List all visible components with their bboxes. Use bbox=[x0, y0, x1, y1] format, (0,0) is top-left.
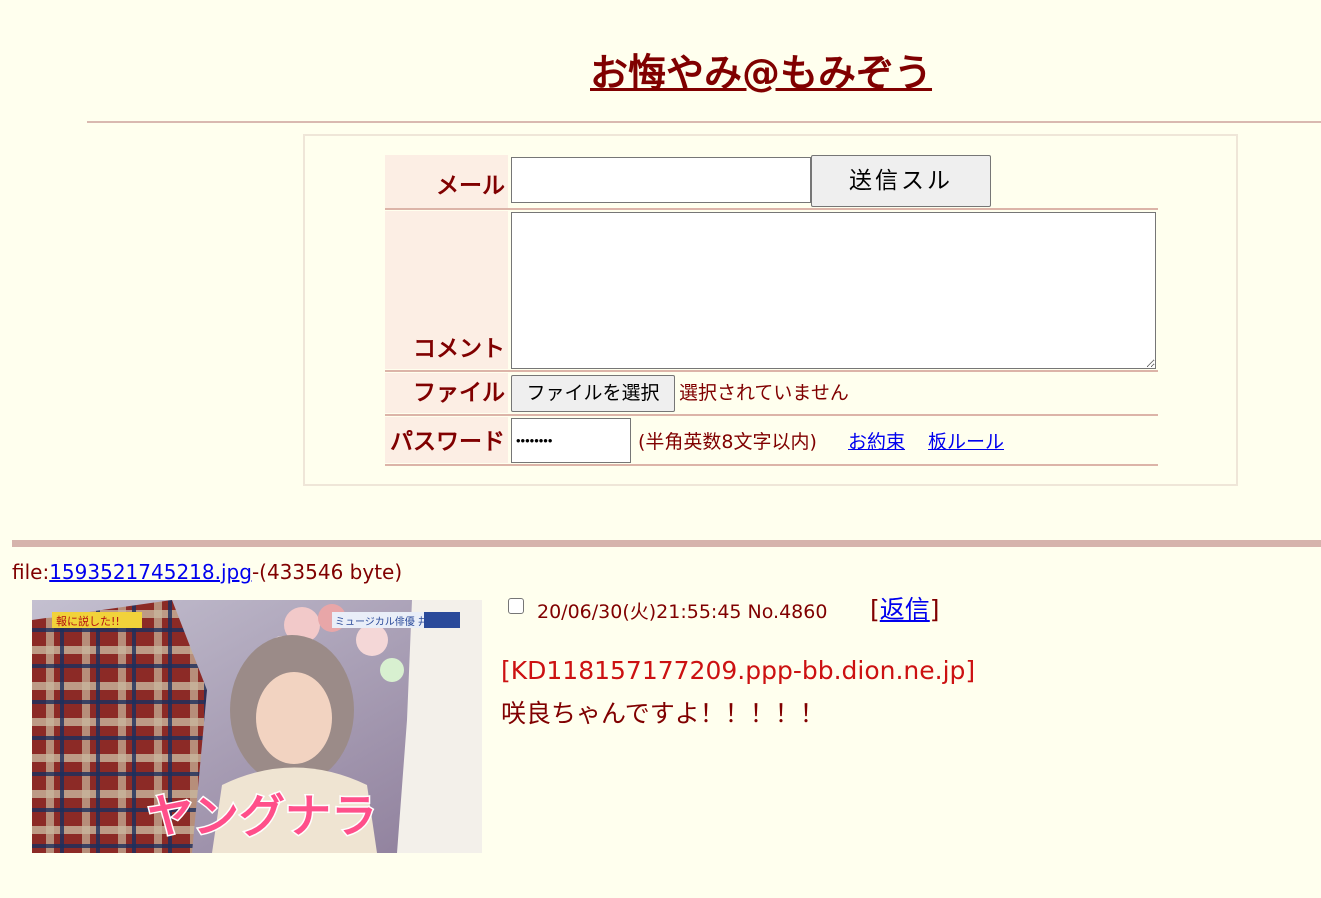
posts-divider bbox=[12, 540, 1321, 547]
file-prefix: file: bbox=[12, 560, 50, 584]
post-message: 咲良ちゃんですよ！！！！！ bbox=[501, 699, 825, 728]
thumb-tag-right: ミュージカル俳優 井上芳雄 bbox=[335, 615, 458, 628]
submit-button[interactable]: 送信スル bbox=[811, 155, 991, 207]
post-date-number: 20/06/30(火)21:55:45 No.4860 bbox=[537, 601, 828, 623]
file-status: 選択されていません bbox=[679, 382, 849, 404]
reply-bracket-close: ] bbox=[929, 595, 940, 624]
password-hint: (半角英数8文字以内) bbox=[638, 431, 817, 453]
thumb-caption: ヤングナラ bbox=[147, 789, 377, 843]
delete-checkbox[interactable] bbox=[508, 598, 524, 614]
mail-label: メール bbox=[385, 155, 508, 208]
post-host: [KD118157177209.ppp-bb.dion.ne.jp] bbox=[501, 656, 976, 685]
board-rules-link[interactable]: 板ルール bbox=[928, 427, 1004, 454]
comment-label: コメント bbox=[385, 211, 508, 369]
file-label: ファイル bbox=[385, 373, 508, 413]
rules-link[interactable]: お約束 bbox=[848, 427, 905, 454]
password-input[interactable] bbox=[511, 418, 631, 463]
page-title: お悔やみ@もみぞう bbox=[590, 51, 933, 95]
reply-link[interactable]: 返信 bbox=[880, 595, 930, 624]
header-divider bbox=[87, 121, 1321, 123]
file-info: file:1593521745218.jpg-(433546 byte) bbox=[12, 560, 402, 584]
comment-textarea[interactable] bbox=[511, 212, 1156, 369]
file-choose-button[interactable]: ファイルを選択 bbox=[511, 375, 675, 412]
file-link[interactable]: 1593521745218.jpg bbox=[49, 560, 252, 584]
row-divider bbox=[385, 208, 1158, 210]
mail-input[interactable] bbox=[511, 157, 811, 203]
thumbnail-image: 報に説した!! ミュージカル俳優 井上芳雄 ヤングナラ bbox=[32, 600, 482, 853]
password-label: パスワード bbox=[385, 417, 508, 463]
file-size: -(433546 byte) bbox=[251, 560, 403, 584]
post-thumbnail[interactable]: 報に説した!! ミュージカル俳優 井上芳雄 ヤングナラ bbox=[32, 600, 482, 853]
thumb-tag-left: 報に説した!! bbox=[56, 614, 120, 628]
row-divider bbox=[385, 464, 1158, 466]
reply-area: [返信] bbox=[870, 590, 940, 626]
row-divider bbox=[385, 370, 1158, 372]
reply-bracket-open: [ bbox=[870, 595, 880, 624]
row-divider bbox=[385, 414, 1158, 416]
